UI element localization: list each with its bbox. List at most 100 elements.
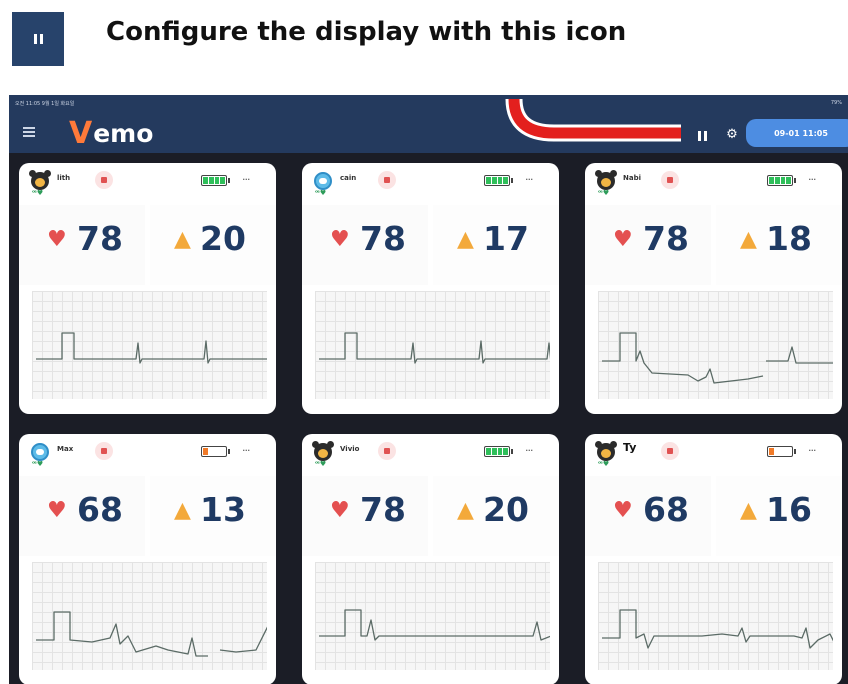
more-options-icon[interactable]: ···	[808, 444, 816, 457]
card-header: ꟹ♥ lith ···	[19, 163, 276, 201]
battery-cell	[503, 177, 508, 184]
ecg-chart	[32, 291, 267, 399]
avatar	[312, 441, 334, 461]
vitals-row: ♥ 78 ▲ 20	[19, 205, 276, 285]
stop-recording-button[interactable]	[378, 171, 396, 189]
battery-cell	[769, 448, 774, 455]
battery-cell	[486, 177, 491, 184]
lungs-icon: ▲	[174, 227, 191, 252]
respiration-box: ▲ 16	[716, 476, 842, 556]
ecg-trace	[319, 609, 550, 641]
more-options-icon[interactable]: ···	[242, 173, 250, 186]
patient-card[interactable]: ꟹ♥ Vivio ··· ♥ 78 ▲ 20	[302, 434, 559, 684]
heart-rate-value: 68	[77, 490, 123, 529]
heart-icon: ♥	[330, 498, 350, 523]
pause-display-icon[interactable]	[12, 12, 64, 66]
patient-card[interactable]: ꟹ♥ Ty ··· ♥ 68 ▲ 16	[585, 434, 842, 684]
battery-cell	[491, 177, 497, 184]
respiration-value: 18	[766, 219, 812, 258]
pause-button[interactable]	[695, 129, 709, 143]
avatar	[314, 172, 332, 190]
more-options-icon[interactable]: ···	[525, 173, 533, 186]
avatar	[595, 441, 617, 461]
heart-rate-box: ♥ 78	[585, 205, 711, 285]
stop-recording-button[interactable]	[661, 171, 679, 189]
patient-card[interactable]: ꟹ♥ Max ··· ♥ 68 ▲ 13	[19, 434, 276, 684]
battery-icon	[201, 446, 230, 457]
avatar-face	[601, 178, 611, 187]
more-options-icon[interactable]: ···	[525, 444, 533, 457]
patient-card[interactable]: ꟹ♥ lith ··· ♥ 78 ▲ 20	[19, 163, 276, 414]
avatar-face	[35, 178, 45, 187]
vitals-row: ♥ 68 ▲ 13	[19, 476, 276, 556]
battery-cell	[775, 448, 780, 455]
patient-name: Vivio	[340, 445, 360, 453]
lungs-icon: ▲	[457, 498, 474, 523]
battery-cell	[786, 177, 791, 184]
battery-icon	[767, 446, 796, 457]
heart-icon: ♥	[47, 227, 67, 252]
status-mini-icon: ꟹ♥	[32, 460, 44, 468]
heart-icon: ♥	[613, 498, 633, 523]
card-header: ꟹ♥ cain ···	[302, 163, 559, 201]
battery-cell	[497, 177, 503, 184]
respiration-value: 20	[483, 490, 529, 529]
heart-rate-value: 78	[643, 219, 689, 258]
battery-cell	[203, 177, 208, 184]
lungs-icon: ▲	[740, 227, 757, 252]
battery-cell	[781, 448, 786, 455]
battery-cell	[491, 448, 497, 455]
status-time: 오전 11:05 9월 1일 화요일	[15, 101, 75, 107]
more-options-icon[interactable]: ···	[242, 444, 250, 457]
heart-rate-box: ♥ 68	[19, 476, 145, 556]
avatar	[31, 443, 49, 461]
patient-card[interactable]: ꟹ♥ cain ··· ♥ 78 ▲ 17	[302, 163, 559, 414]
stop-recording-button[interactable]	[378, 442, 396, 460]
battery-status: 79%	[830, 100, 842, 106]
respiration-box: ▲ 17	[433, 205, 559, 285]
card-header: ꟹ♥ Ty ···	[585, 434, 842, 472]
status-mini-icon: ꟹ♥	[32, 189, 44, 197]
respiration-value: 17	[483, 219, 529, 258]
pause-bar	[39, 34, 43, 44]
avatar-face	[319, 178, 327, 184]
vitals-row: ♥ 68 ▲ 16	[585, 476, 842, 556]
avatar-face	[36, 449, 44, 455]
battery-cell	[769, 177, 774, 184]
more-options-icon[interactable]: ···	[808, 173, 816, 186]
datetime-pill[interactable]: 09-01 11:05	[746, 119, 848, 147]
respiration-box: ▲ 13	[150, 476, 276, 556]
battery-cell	[203, 448, 208, 455]
avatar	[29, 170, 51, 190]
ecg-chart	[598, 291, 833, 399]
battery-cell	[209, 448, 214, 455]
instruction-title: Configure the display with this icon	[106, 17, 627, 47]
avatar-face	[318, 449, 328, 458]
lungs-icon: ▲	[740, 498, 757, 523]
ecg-chart	[315, 562, 550, 670]
patient-card[interactable]: ꟹ♥ Nabi ··· ♥ 78 ▲ 18	[585, 163, 842, 414]
respiration-value: 16	[766, 490, 812, 529]
logo-v: V	[69, 116, 93, 151]
menu-icon[interactable]	[23, 127, 35, 139]
battery-icon	[484, 446, 513, 457]
patient-name: Max	[57, 445, 74, 453]
status-bar: 오전 11:05 9월 1일 화요일 79%	[9, 95, 848, 111]
battery-cell	[780, 177, 786, 184]
tablet-screen: 오전 11:05 9월 1일 화요일 79% Vemo ⚙ 09-01 11:0…	[9, 95, 848, 684]
gear-icon[interactable]: ⚙	[725, 128, 739, 142]
avatar-face	[601, 449, 611, 458]
ecg-chart	[32, 562, 267, 670]
battery-icon	[767, 175, 796, 186]
heart-rate-box: ♥ 78	[302, 205, 428, 285]
battery-cell	[774, 177, 780, 184]
stop-recording-button[interactable]	[95, 171, 113, 189]
stop-recording-button[interactable]	[661, 442, 679, 460]
ecg-trace	[36, 332, 267, 364]
battery-cell	[486, 448, 491, 455]
battery-cell	[220, 177, 225, 184]
heart-rate-value: 78	[360, 490, 406, 529]
respiration-box: ▲ 18	[716, 205, 842, 285]
stop-recording-button[interactable]	[95, 442, 113, 460]
vitals-row: ♥ 78 ▲ 20	[302, 476, 559, 556]
